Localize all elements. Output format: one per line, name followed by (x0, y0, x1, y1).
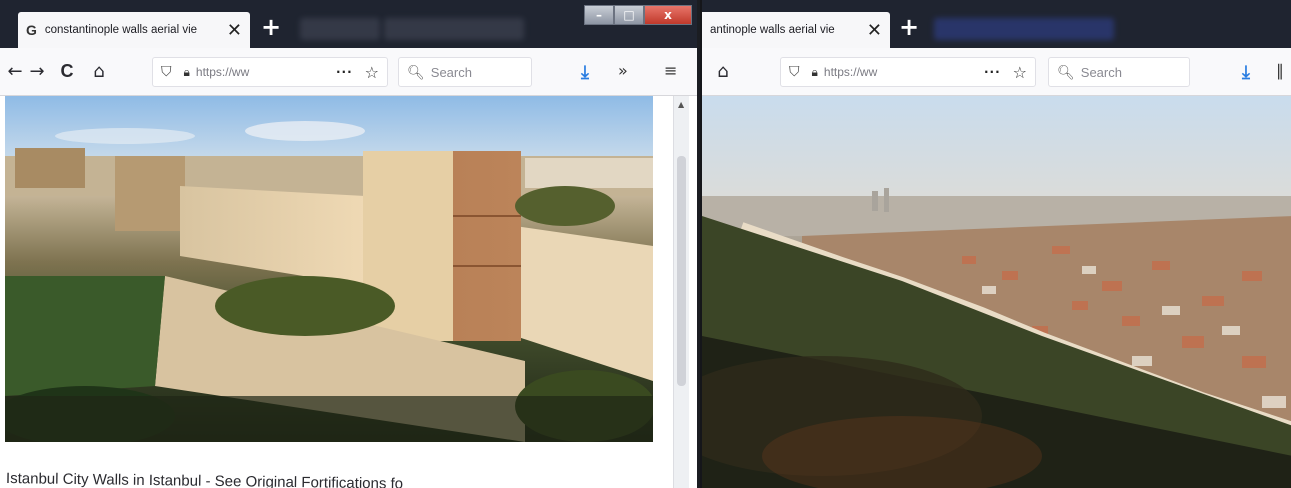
close-window-button[interactable]: x (644, 5, 692, 25)
blurred-tab[interactable] (934, 18, 1114, 40)
lock-icon[interactable]: 🔒︎ (812, 65, 818, 80)
search-placeholder: Search (1080, 64, 1122, 80)
bookmark-star-icon[interactable]: ☆ (1013, 63, 1027, 82)
tab-active[interactable]: G constantinople walls aerial vie ✕ (18, 12, 250, 48)
url-text[interactable]: https://ww (196, 65, 336, 79)
lock-icon[interactable]: 🔒︎ (184, 65, 190, 80)
window-controls: – □ x (584, 5, 692, 27)
page-content: Istanbul City Walls in Istanbul - See Or… (0, 96, 697, 488)
scrollbar[interactable]: ▲ (673, 96, 689, 488)
browser-window-left: G constantinople walls aerial vie ✕ + – … (0, 0, 697, 488)
page-content (702, 96, 1291, 488)
aerial-photo-city-walls[interactable] (5, 96, 653, 442)
scroll-up-icon[interactable]: ▲ (678, 100, 684, 109)
nav-toolbar: ⌂ ⛉ 🔒︎ https://ww ··· ☆ 🔍︎ Search ⤓ ∥ (702, 48, 1291, 96)
tab-strip: antinople walls aerial vie ✕ + (702, 0, 1291, 48)
tracking-shield-icon[interactable]: ⛉ (161, 64, 172, 80)
bookmark-star-icon[interactable]: ☆ (365, 63, 379, 82)
home-button[interactable]: ⌂ (84, 61, 114, 82)
browser-window-right: antinople walls aerial vie ✕ + ⌂ ⛉ 🔒︎ ht… (700, 0, 1291, 488)
library-icon[interactable]: ∥ (1276, 61, 1284, 80)
url-text[interactable]: https://ww (824, 65, 984, 79)
url-bar[interactable]: ⛉ 🔒︎ https://ww ··· ☆ (780, 57, 1036, 87)
new-tab-button[interactable]: + (896, 15, 922, 41)
search-box[interactable]: 🔍︎ Search (398, 57, 532, 87)
walls-photo-illustration (5, 96, 653, 442)
tracking-shield-icon[interactable]: ⛉ (789, 64, 800, 80)
scrollbar-thumb[interactable] (677, 156, 686, 386)
download-icon[interactable]: ⤓ (581, 62, 589, 83)
search-result-caption[interactable]: Istanbul City Walls in Istanbul - See Or… (6, 470, 403, 488)
maximize-button[interactable]: □ (614, 5, 644, 25)
tab-title: antinople walls aerial vie (710, 24, 835, 36)
forward-button[interactable]: → (22, 61, 52, 82)
aerial-photo-city-panorama[interactable] (702, 96, 1291, 488)
reload-button[interactable]: C (52, 61, 82, 82)
search-icon: 🔍︎ (407, 63, 425, 80)
minimize-button[interactable]: – (584, 5, 614, 25)
home-button[interactable]: ⌂ (708, 61, 738, 82)
nav-toolbar: ← → C ⌂ ⛉ 🔒︎ https://ww ··· ☆ 🔍︎ Search … (0, 48, 697, 96)
search-placeholder: Search (430, 64, 472, 80)
tab-strip: G constantinople walls aerial vie ✕ + – … (0, 0, 697, 48)
new-tab-button[interactable]: + (258, 15, 284, 41)
tab-close-icon[interactable]: ✕ (867, 20, 882, 41)
search-box[interactable]: 🔍︎ Search (1048, 57, 1190, 87)
menu-icon[interactable]: ≡ (664, 61, 677, 80)
tab-active[interactable]: antinople walls aerial vie ✕ (702, 12, 890, 48)
page-actions-button[interactable]: ··· (336, 65, 353, 79)
download-icon[interactable]: ⤓ (1242, 62, 1250, 83)
tab-close-icon[interactable]: ✕ (227, 20, 242, 41)
panorama-photo-illustration (702, 96, 1291, 488)
google-favicon-icon: G (26, 22, 37, 38)
search-icon: 🔍︎ (1057, 63, 1075, 80)
page-actions-button[interactable]: ··· (984, 65, 1001, 79)
url-bar[interactable]: ⛉ 🔒︎ https://ww ··· ☆ (152, 57, 388, 87)
overflow-chevron-icon[interactable]: » (618, 61, 628, 80)
tab-title: constantinople walls aerial vie (44, 24, 198, 36)
blurred-tab[interactable] (300, 18, 380, 40)
blurred-tab[interactable] (384, 18, 524, 40)
